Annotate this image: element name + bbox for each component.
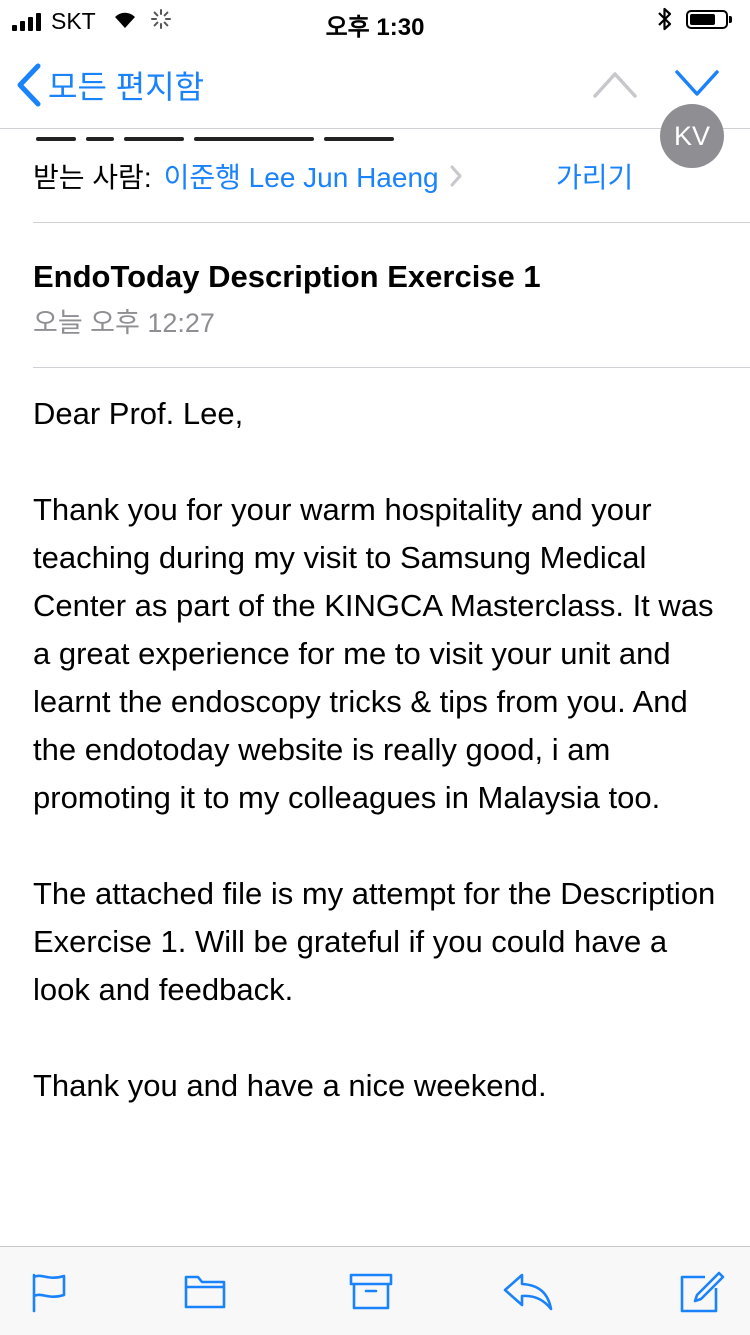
divider [33, 367, 750, 368]
recipient-row: 받는 사람: 이준행 Lee Jun Haeng [33, 156, 463, 196]
compose-icon[interactable] [679, 1271, 725, 1315]
back-button[interactable]: 모든 편지함 [16, 62, 204, 108]
email-paragraph: Dear Prof. Lee, [33, 396, 244, 431]
to-label: 받는 사람: [33, 162, 152, 193]
chevron-left-icon [17, 63, 41, 107]
email-paragraph: Thank you and have a nice weekend. [33, 1068, 547, 1103]
back-button-label: 모든 편지함 [48, 69, 205, 105]
folder-icon[interactable] [183, 1271, 227, 1311]
email-paragraph: The attached file is my attempt for the … [33, 876, 716, 1007]
flag-icon[interactable] [30, 1271, 68, 1313]
chevron-down-icon[interactable] [674, 66, 720, 100]
recipient-name[interactable]: 이준행 Lee Jun Haeng [164, 156, 439, 196]
email-subject: EndoToday Description Exercise 1 [33, 259, 541, 294]
battery-icon [686, 10, 732, 29]
bottom-toolbar [0, 1246, 750, 1335]
email-date: 오늘 오후 12:27 [33, 308, 215, 338]
hide-details-link[interactable]: 가리기 [556, 156, 633, 196]
archive-icon[interactable] [349, 1271, 393, 1311]
chevron-up-icon[interactable] [592, 66, 638, 100]
sender-avatar[interactable]: KV [660, 104, 724, 168]
clipped-sender-row [36, 116, 404, 148]
status-bar: SKT 오후 1:30 [0, 0, 750, 41]
bluetooth-icon [658, 7, 672, 31]
chevron-right-icon [450, 165, 462, 187]
email-paragraph: Thank you for your warm hospitality and … [33, 492, 714, 815]
reply-icon[interactable] [502, 1271, 554, 1313]
divider [33, 222, 750, 223]
email-body: Dear Prof. Lee, Thank you for your warm … [33, 390, 723, 1158]
status-time: 오후 1:30 [325, 14, 425, 41]
